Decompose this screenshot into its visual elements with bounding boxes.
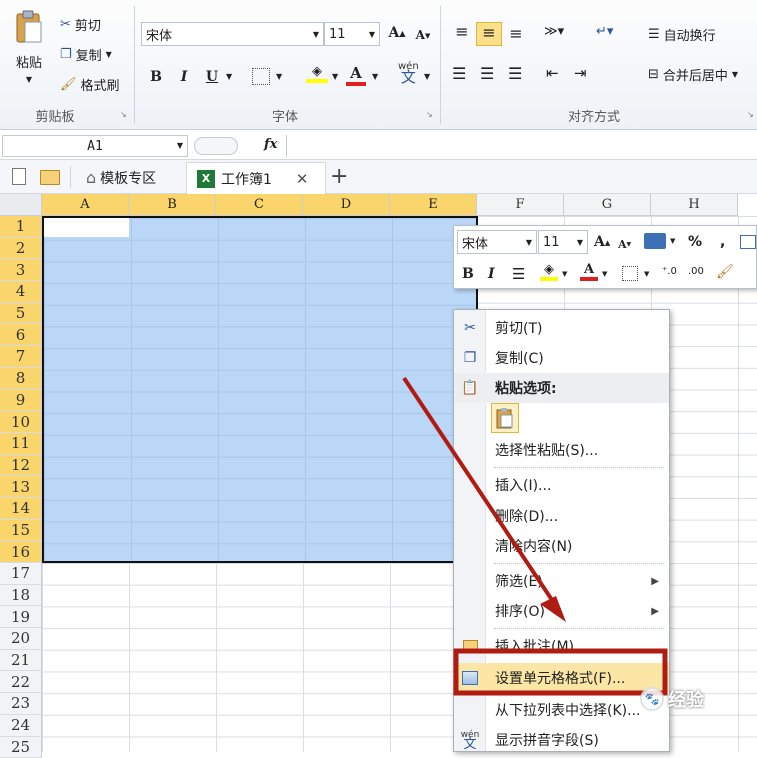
annotation-arrow bbox=[404, 378, 560, 612]
paw-icon: 🐾 bbox=[640, 687, 664, 711]
annotation-overlay bbox=[0, 0, 757, 752]
watermark: 🐾 经验 bbox=[640, 686, 704, 712]
arrow-head-icon bbox=[540, 596, 566, 622]
annotation-highlight-box bbox=[456, 651, 665, 693]
watermark-text: 经验 bbox=[668, 686, 704, 712]
